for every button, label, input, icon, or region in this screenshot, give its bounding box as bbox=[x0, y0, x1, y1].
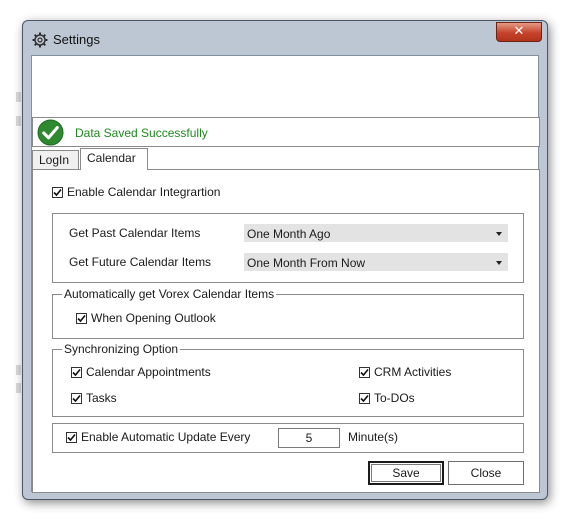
settings-window: Settings ✕ Data Saved Successfully LogIn… bbox=[22, 20, 548, 500]
future-items-label: Get Future Calendar Items bbox=[69, 255, 212, 269]
status-text: Data Saved Successfully bbox=[75, 126, 208, 140]
background-artifact bbox=[16, 92, 21, 102]
checkmark-icon bbox=[67, 433, 76, 442]
tasks-label: Tasks bbox=[86, 391, 117, 405]
future-items-value: One Month From Now bbox=[247, 256, 366, 270]
tab-calendar[interactable]: Calendar bbox=[80, 148, 148, 170]
dialog-body: Data Saved Successfully LogIn Calendar E… bbox=[31, 55, 540, 493]
background-artifact bbox=[16, 383, 21, 393]
background-artifact bbox=[16, 365, 21, 375]
when-opening-outlook-label: When Opening Outlook bbox=[91, 311, 216, 325]
sync-options-group: Synchronizing Option Calendar Appointmen… bbox=[52, 342, 524, 417]
todos-label: To-DOs bbox=[374, 391, 415, 405]
title-bar[interactable]: Settings ✕ bbox=[23, 21, 547, 53]
todos-checkbox[interactable] bbox=[359, 393, 370, 404]
auto-get-legend: Automatically get Vorex Calendar Items bbox=[62, 287, 277, 301]
tab-label: LogIn bbox=[39, 153, 70, 167]
tasks-checkbox[interactable] bbox=[71, 393, 82, 404]
past-items-select[interactable]: One Month Ago bbox=[244, 224, 508, 242]
future-items-select[interactable]: One Month From Now bbox=[244, 253, 508, 271]
status-message-bar: Data Saved Successfully bbox=[32, 117, 540, 147]
auto-get-group: Automatically get Vorex Calendar Items W… bbox=[52, 287, 524, 339]
enable-calendar-integration-label: Enable Calendar Integrartion bbox=[67, 185, 221, 199]
check-circle-icon bbox=[37, 119, 64, 146]
calendar-tab-panel: Enable Calendar Integrartion Get Past Ca… bbox=[32, 169, 540, 493]
update-interval-unit: Minute(s) bbox=[348, 430, 399, 444]
crm-activities-label: CRM Activities bbox=[374, 365, 452, 379]
close-button[interactable]: Close bbox=[448, 461, 524, 485]
close-icon: ✕ bbox=[513, 24, 525, 39]
checkmark-icon bbox=[360, 394, 369, 403]
save-button-focus-border: Save bbox=[371, 464, 441, 482]
calendar-appointments-label: Calendar Appointments bbox=[86, 365, 211, 379]
sync-options-legend: Synchronizing Option bbox=[62, 342, 181, 356]
checkmark-icon bbox=[360, 368, 369, 377]
tab-label: Calendar bbox=[87, 151, 136, 165]
checkmark-icon bbox=[72, 394, 81, 403]
chevron-down-icon bbox=[496, 261, 502, 265]
enable-auto-update-label: Enable Automatic Update Every bbox=[81, 430, 251, 444]
checkmark-icon bbox=[77, 314, 86, 323]
calendar-appointments-checkbox[interactable] bbox=[71, 367, 82, 378]
past-items-label: Get Past Calendar Items bbox=[69, 226, 201, 240]
background-artifact bbox=[16, 116, 21, 126]
auto-update-group: Enable Automatic Update Every 5 Minute(s… bbox=[52, 423, 524, 453]
enable-calendar-integration-checkbox[interactable] bbox=[52, 187, 63, 198]
checkmark-icon bbox=[72, 368, 81, 377]
close-window-button[interactable]: ✕ bbox=[496, 22, 542, 42]
crm-activities-checkbox[interactable] bbox=[359, 367, 370, 378]
checkmark-icon bbox=[53, 188, 62, 197]
calendar-range-group: Get Past Calendar Items One Month Ago Ge… bbox=[52, 213, 524, 283]
save-button-label: Save bbox=[392, 466, 420, 480]
enable-auto-update-checkbox[interactable] bbox=[66, 432, 77, 443]
past-items-value: One Month Ago bbox=[247, 227, 331, 241]
when-opening-outlook-checkbox[interactable] bbox=[76, 313, 87, 324]
save-button[interactable]: Save bbox=[368, 461, 444, 485]
chevron-down-icon bbox=[496, 232, 502, 236]
window-title: Settings bbox=[53, 32, 100, 47]
gear-icon bbox=[32, 32, 48, 48]
update-interval-input[interactable]: 5 bbox=[278, 428, 340, 448]
tab-login[interactable]: LogIn bbox=[32, 150, 79, 170]
close-button-label: Close bbox=[470, 466, 502, 480]
